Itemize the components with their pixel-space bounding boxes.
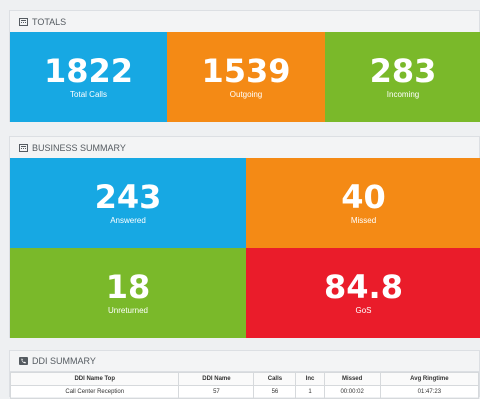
totals-title: TOTALS <box>32 17 67 27</box>
missed-tile[interactable]: 40 Missed <box>246 158 480 248</box>
answered-value: 243 <box>94 178 162 216</box>
missed-value: 40 <box>341 178 386 216</box>
total-calls-label: Total Calls <box>70 90 107 99</box>
col-ddi-name-top[interactable]: DDI Name Top <box>9 372 180 386</box>
gos-value: 84.8 <box>324 268 403 306</box>
unreturned-tile[interactable]: 18 Unreturned <box>10 248 246 338</box>
missed-label: Missed <box>350 216 377 225</box>
col-missed[interactable]: Missed <box>323 372 381 386</box>
unreturned-label: Unreturned <box>107 306 149 315</box>
ddi-summary-header: DDI SUMMARY <box>10 351 479 372</box>
calculator-icon <box>19 18 28 26</box>
col-inc[interactable]: Inc <box>295 372 325 386</box>
calculator-icon <box>19 144 28 152</box>
col-ddi-name[interactable]: DDI Name <box>178 372 255 386</box>
total-calls-tile[interactable]: 1822 Total Calls <box>10 32 167 122</box>
incoming-tile[interactable]: 283 Incoming <box>325 32 480 122</box>
outgoing-value: 1539 <box>201 52 291 90</box>
unreturned-value: 18 <box>105 268 151 306</box>
gos-tile[interactable]: 84.8 GoS <box>246 248 480 338</box>
ddi-summary-panel: DDI SUMMARY DDI Name Top DDI Name Calls … <box>9 350 480 399</box>
incoming-value: 283 <box>369 52 437 90</box>
gos-label: GoS <box>355 306 372 315</box>
outgoing-label: Outgoing <box>229 90 263 99</box>
ddi-table-header-row: DDI Name Top DDI Name Calls Inc Missed A… <box>9 372 480 386</box>
business-summary-title: BUSINESS SUMMARY <box>32 143 126 153</box>
totals-panel: TOTALS 1822 Total Calls 1539 Outgoing 28… <box>9 10 480 122</box>
outgoing-tile[interactable]: 1539 Outgoing <box>167 32 325 122</box>
total-calls-value: 1822 <box>43 52 134 90</box>
totals-header: TOTALS <box>10 11 479 34</box>
col-avg-ringtime[interactable]: Avg Ringtime <box>379 372 480 386</box>
answered-tile[interactable]: 243 Answered <box>10 158 246 248</box>
answered-label: Answered <box>110 216 146 225</box>
business-summary-panel: BUSINESS SUMMARY 243 Answered 40 Missed … <box>9 136 480 338</box>
ddi-summary-title: DDI SUMMARY <box>32 356 96 366</box>
ddi-table: DDI Name Top DDI Name Calls Inc Missed A… <box>9 372 480 399</box>
phone-icon <box>19 357 28 365</box>
col-calls[interactable]: Calls <box>253 372 297 386</box>
business-summary-header: BUSINESS SUMMARY <box>10 137 479 160</box>
incoming-label: Incoming <box>386 90 420 99</box>
